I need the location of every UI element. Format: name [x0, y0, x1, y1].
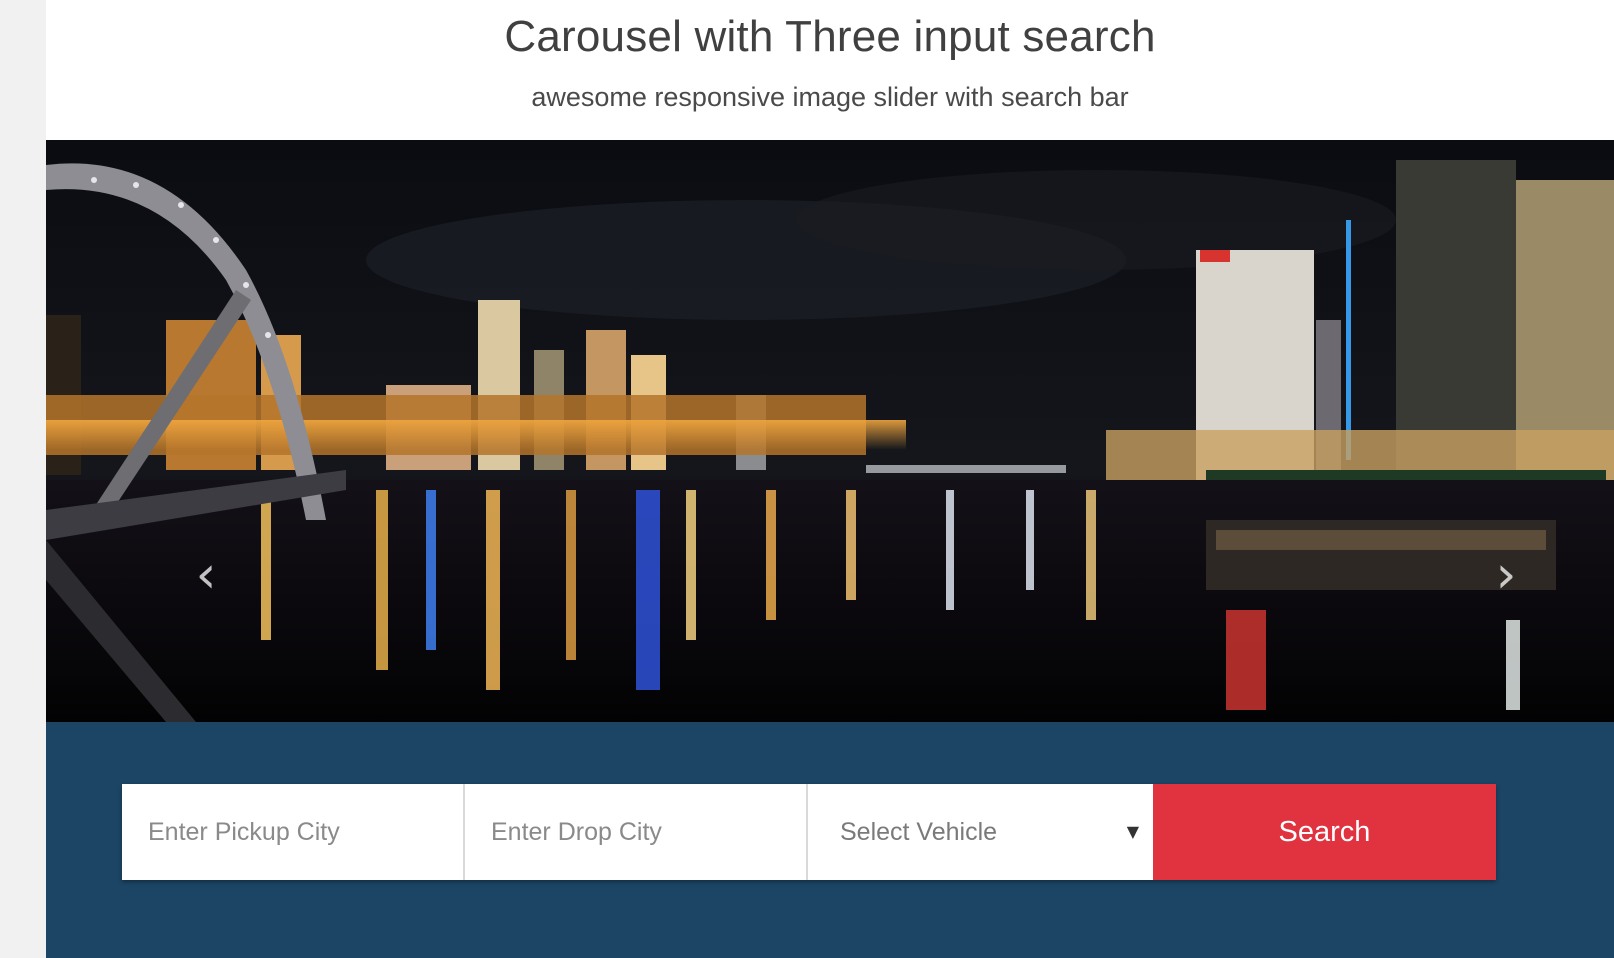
- drop-city-input[interactable]: [465, 784, 806, 880]
- pickup-city-field-wrap: [122, 784, 465, 880]
- search-form: Select Vehicle ▼ Search: [122, 784, 1496, 880]
- page-title: Carousel with Three input search: [504, 12, 1156, 61]
- page-subtitle: awesome responsive image slider with sea…: [531, 82, 1129, 112]
- pickup-city-input[interactable]: [122, 784, 463, 880]
- vehicle-select[interactable]: Select Vehicle ▼: [808, 784, 1153, 880]
- carousel-slide-image: [46, 140, 1614, 722]
- carousel-next-control[interactable]: ›: [1476, 545, 1536, 605]
- image-carousel: ‹ ›: [46, 140, 1614, 722]
- drop-city-field-wrap: [465, 784, 808, 880]
- page-card: Carousel with Three input search awesome…: [46, 0, 1614, 958]
- dropdown-caret-icon: ▼: [1126, 822, 1139, 841]
- header: Carousel with Three input search awesome…: [46, 0, 1614, 140]
- vehicle-select-value: Select Vehicle: [840, 818, 998, 846]
- search-bar: Select Vehicle ▼ Search: [46, 722, 1614, 958]
- carousel-prev-control[interactable]: ‹: [176, 545, 236, 605]
- chevron-left-icon: ‹: [195, 545, 217, 605]
- chevron-right-icon: ›: [1495, 545, 1517, 605]
- search-button[interactable]: Search: [1153, 784, 1496, 880]
